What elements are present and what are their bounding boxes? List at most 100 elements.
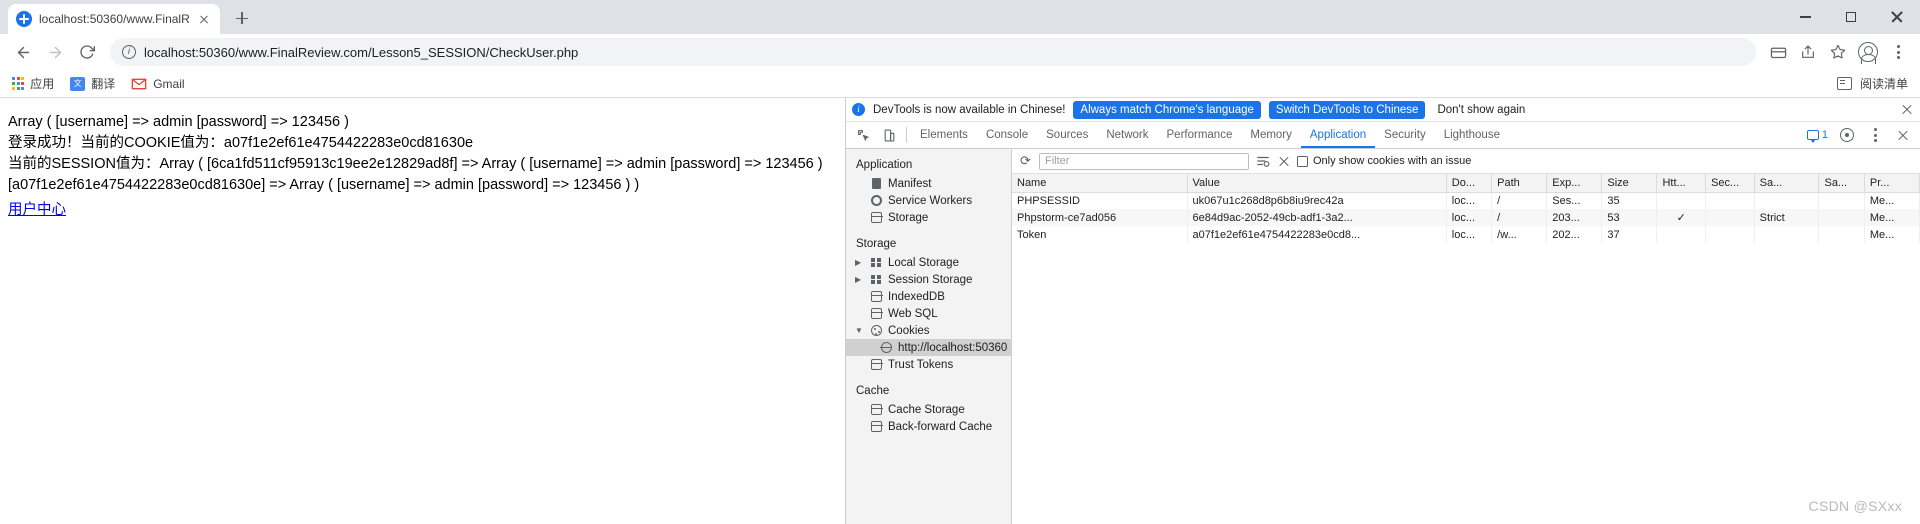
bookmark-gmail[interactable]: Gmail	[131, 77, 185, 91]
checkbox-icon[interactable]	[1297, 155, 1308, 167]
column-size[interactable]: Size	[1601, 174, 1658, 193]
watermark: CSDN @SXxx	[1808, 498, 1902, 514]
sidebar-item-local-storage[interactable]: ▶ Local Storage	[846, 254, 1011, 271]
sidebar-item-cache-storage[interactable]: Cache Storage	[846, 401, 1011, 418]
table-row[interactable]: PHPSESSID uk067u1c268d8p6b8iu9rec42a loc…	[1012, 192, 1920, 209]
filter-input-wrapper[interactable]	[1039, 152, 1249, 170]
table-row[interactable]: Token a07f1e2ef61e4754422283e0cd8... loc…	[1012, 226, 1920, 243]
column-name[interactable]: Name	[1012, 174, 1188, 193]
tab-application[interactable]: Application	[1301, 122, 1375, 148]
close-icon[interactable]	[1900, 103, 1914, 117]
cell-domain: loc...	[1446, 209, 1493, 226]
twisty-icon[interactable]: ▶	[855, 275, 864, 284]
inspect-element-icon[interactable]	[850, 123, 876, 147]
column-httponly[interactable]: Htt...	[1656, 174, 1707, 193]
kebab-menu-icon[interactable]	[1884, 38, 1912, 66]
cell-httponly	[1656, 226, 1707, 243]
tab-memory[interactable]: Memory	[1241, 122, 1301, 148]
new-tab-button[interactable]	[228, 4, 256, 32]
column-value[interactable]: Value	[1187, 174, 1447, 193]
content-area: Array ( [username] => admin [password] =…	[0, 98, 1920, 524]
tab-network[interactable]: Network	[1097, 122, 1157, 148]
cell-name: Token	[1012, 226, 1188, 243]
page-line: 当前的SESSION值为：Array ( [6ca1fd511cf95913c1…	[8, 156, 823, 172]
maximize-button[interactable]	[1828, 0, 1874, 34]
info-circle-icon[interactable]	[122, 44, 136, 60]
sidebar-item-web-sql[interactable]: Web SQL	[846, 305, 1011, 322]
sidebar-item-indexeddb[interactable]: IndexedDB	[846, 288, 1011, 305]
sidebar-item-service-workers[interactable]: Service Workers	[846, 192, 1011, 209]
cell-sameparty	[1818, 192, 1865, 209]
device-toolbar-icon[interactable]	[876, 123, 902, 147]
page-line: [a07f1e2ef61e4754422283e0cd81630e] => Ar…	[8, 177, 640, 193]
database-icon	[870, 291, 883, 303]
column-path[interactable]: Path	[1491, 174, 1548, 193]
column-expires[interactable]: Exp...	[1546, 174, 1603, 193]
sidebar-item-session-storage[interactable]: ▶ Session Storage	[846, 271, 1011, 288]
reading-list-icon[interactable]	[1836, 77, 1852, 90]
refresh-icon[interactable]: ⟳	[1018, 153, 1033, 169]
column-secure[interactable]: Sec...	[1705, 174, 1755, 193]
forward-button[interactable]	[40, 37, 70, 67]
clear-filtered-icon[interactable]	[1255, 153, 1271, 169]
grid-icon	[870, 274, 882, 286]
tab-sources[interactable]: Sources	[1037, 122, 1097, 148]
back-button[interactable]	[8, 37, 38, 67]
sidebar-item-storage[interactable]: Storage	[846, 209, 1011, 226]
gear-icon[interactable]	[1834, 123, 1860, 147]
cell-expires: 203...	[1546, 209, 1603, 226]
user-center-link[interactable]: 用户中心	[8, 200, 66, 221]
cell-secure	[1705, 209, 1755, 226]
tab-console[interactable]: Console	[977, 122, 1037, 148]
switch-to-chinese-button[interactable]: Switch DevTools to Chinese	[1268, 100, 1426, 119]
sidebar-item-label: Trust Tokens	[888, 358, 954, 371]
payments-icon[interactable]	[1764, 38, 1792, 66]
avatar-icon[interactable]	[1854, 38, 1882, 66]
clear-all-icon[interactable]	[1277, 154, 1291, 168]
tab-performance[interactable]: Performance	[1158, 122, 1242, 148]
bookmark-translate[interactable]: 文 翻译	[70, 75, 115, 92]
column-samesite[interactable]: Sa...	[1754, 174, 1820, 193]
address-bar[interactable]: localhost:50360/www.FinalReview.com/Less…	[110, 38, 1756, 66]
close-window-button[interactable]	[1874, 0, 1920, 34]
reload-button[interactable]	[72, 37, 102, 67]
database-icon	[870, 404, 883, 416]
dont-show-again-button[interactable]: Don't show again	[1433, 101, 1529, 119]
star-icon[interactable]	[1824, 38, 1852, 66]
always-match-language-button[interactable]: Always match Chrome's language	[1073, 100, 1261, 119]
tab-elements[interactable]: Elements	[911, 122, 977, 148]
table-row[interactable]: Phpstorm-ce7ad056 6e84d9ac-2052-49cb-adf…	[1012, 209, 1920, 226]
cell-sameparty	[1818, 226, 1865, 243]
only-show-issues-toggle[interactable]: Only show cookies with an issue	[1297, 155, 1471, 167]
share-icon[interactable]	[1794, 38, 1822, 66]
kebab-menu-icon[interactable]	[1862, 123, 1888, 147]
tab-security[interactable]: Security	[1375, 122, 1435, 148]
twisty-icon[interactable]: ▶	[855, 258, 864, 267]
minimize-button[interactable]	[1782, 0, 1828, 34]
sidebar-item-manifest[interactable]: Manifest	[846, 175, 1011, 192]
close-icon[interactable]	[1890, 123, 1916, 147]
bookmark-apps[interactable]: 应用	[12, 75, 54, 92]
sidebar-item-label: Cookies	[888, 324, 930, 337]
application-sidebar: Application Manifest Service Workers Sto…	[846, 149, 1012, 524]
filter-input[interactable]	[1045, 155, 1243, 167]
column-domain[interactable]: Do...	[1446, 174, 1493, 193]
issues-count: 1	[1821, 129, 1828, 141]
tab-lighthouse[interactable]: Lighthouse	[1435, 122, 1509, 148]
devtools-tabbar-actions: 1	[1803, 123, 1920, 147]
sidebar-item-cookie-origin[interactable]: http://localhost:50360	[846, 339, 1011, 356]
tab-close-icon[interactable]	[196, 11, 212, 27]
sidebar-item-back-forward-cache[interactable]: Back-forward Cache	[846, 418, 1011, 435]
sidebar-item-trust-tokens[interactable]: Trust Tokens	[846, 356, 1011, 373]
sidebar-item-label: Manifest	[888, 177, 932, 190]
column-priority[interactable]: Pr...	[1864, 174, 1920, 193]
issues-counter[interactable]: 1	[1803, 128, 1832, 143]
twisty-icon[interactable]: ▼	[855, 326, 864, 335]
column-sameparty[interactable]: Sa...	[1818, 174, 1865, 193]
bookmark-apps-label: 应用	[30, 77, 55, 91]
reading-list-label[interactable]: 阅读清单	[1860, 75, 1908, 92]
sidebar-item-cookies[interactable]: ▼ Cookies	[846, 322, 1011, 339]
globe-icon	[16, 11, 32, 27]
sidebar-item-label: http://localhost:50360	[898, 341, 1008, 354]
browser-tab[interactable]: localhost:50360/www.FinalRev	[8, 4, 220, 34]
